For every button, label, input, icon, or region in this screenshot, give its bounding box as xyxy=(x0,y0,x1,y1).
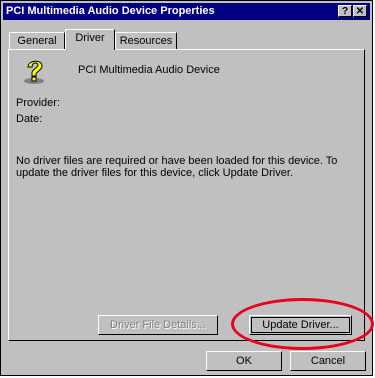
device-name: PCI Multimedia Audio Device xyxy=(78,64,220,76)
driver-tab-panel: PCI Multimedia Audio Device Provider: Da… xyxy=(8,49,365,341)
window-title: PCI Multimedia Audio Device Properties xyxy=(6,5,215,17)
cancel-button[interactable]: Cancel xyxy=(290,351,366,371)
ok-button[interactable]: OK xyxy=(206,351,282,371)
close-button[interactable]: ✕ xyxy=(353,5,367,17)
driver-file-details-button[interactable]: Driver File Details... xyxy=(98,315,218,335)
title-bar[interactable]: PCI Multimedia Audio Device Properties ?… xyxy=(3,3,370,20)
tab-resources[interactable]: Resources xyxy=(115,32,177,49)
provider-label: Provider: xyxy=(16,97,61,109)
properties-dialog: PCI Multimedia Audio Device Properties ?… xyxy=(0,0,374,376)
help-button[interactable]: ? xyxy=(338,5,352,17)
update-driver-button[interactable]: Update Driver... xyxy=(249,315,352,335)
date-label: Date: xyxy=(16,113,43,125)
tab-driver[interactable]: Driver xyxy=(65,29,115,50)
message-line-2: update the driver files for this device,… xyxy=(16,167,293,179)
unknown-device-question-icon xyxy=(22,57,48,85)
tab-general[interactable]: General xyxy=(9,32,65,49)
message-line-1: No driver files are required or have bee… xyxy=(16,155,338,167)
